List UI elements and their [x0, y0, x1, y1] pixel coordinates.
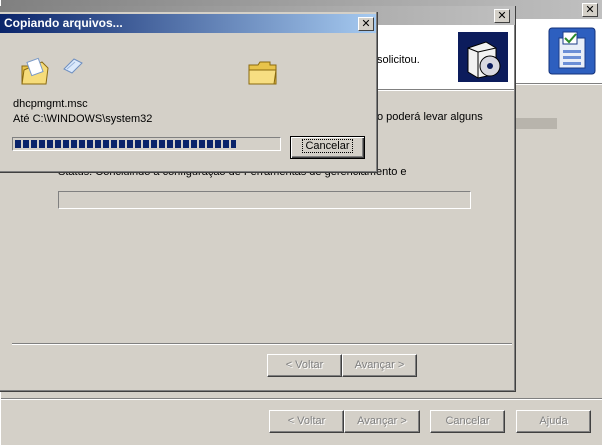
wizard-next-button[interactable]: Avançar > — [342, 354, 417, 377]
close-icon: ✕ — [585, 3, 595, 16]
open-folder-icon — [20, 56, 50, 88]
copy-file-name: dhcpmgmt.msc — [13, 98, 88, 110]
copy-dialog-close-button[interactable]: ✕ — [358, 17, 374, 31]
copy-dialog: Copiando arquivos... ✕ dhcpmgmt.msc Até … — [0, 12, 378, 173]
installer-box-icon — [458, 32, 508, 82]
wizard-app-icon — [547, 26, 597, 76]
close-icon: ✕ — [361, 17, 371, 30]
wizard-header-text: solicitou. — [377, 54, 420, 66]
outer-gray-bar — [515, 118, 557, 129]
copy-progress-fill — [15, 140, 236, 148]
closed-folder-icon — [248, 60, 278, 86]
wizard-info-text: o poderá levar alguns — [377, 111, 483, 123]
wizard-footer-divider — [12, 343, 512, 345]
close-icon: ✕ — [497, 9, 507, 22]
wizard-close-button[interactable]: ✕ — [494, 9, 510, 23]
outer-close-button[interactable]: ✕ — [582, 3, 598, 17]
outer-next-button[interactable]: Avançar > — [344, 410, 420, 433]
outer-back-button[interactable]: < Voltar — [269, 410, 344, 433]
outer-cancel-button[interactable]: Cancelar — [430, 410, 505, 433]
outer-help-button[interactable]: Ajuda — [516, 410, 591, 433]
outer-footer-divider — [1, 398, 602, 400]
copy-dialog-title: Copiando arquivos... — [4, 16, 123, 30]
copy-dialog-titlebar: Copiando arquivos... — [0, 14, 376, 33]
wizard-progress-bar — [58, 191, 471, 209]
copy-progress-bar — [12, 137, 281, 151]
copy-destination: Até C:\WINDOWS\system32 — [13, 113, 153, 125]
copy-cancel-button[interactable]: Cancelar — [290, 136, 365, 159]
flying-paper-icon — [62, 57, 84, 75]
wizard-back-button[interactable]: < Voltar — [267, 354, 342, 377]
